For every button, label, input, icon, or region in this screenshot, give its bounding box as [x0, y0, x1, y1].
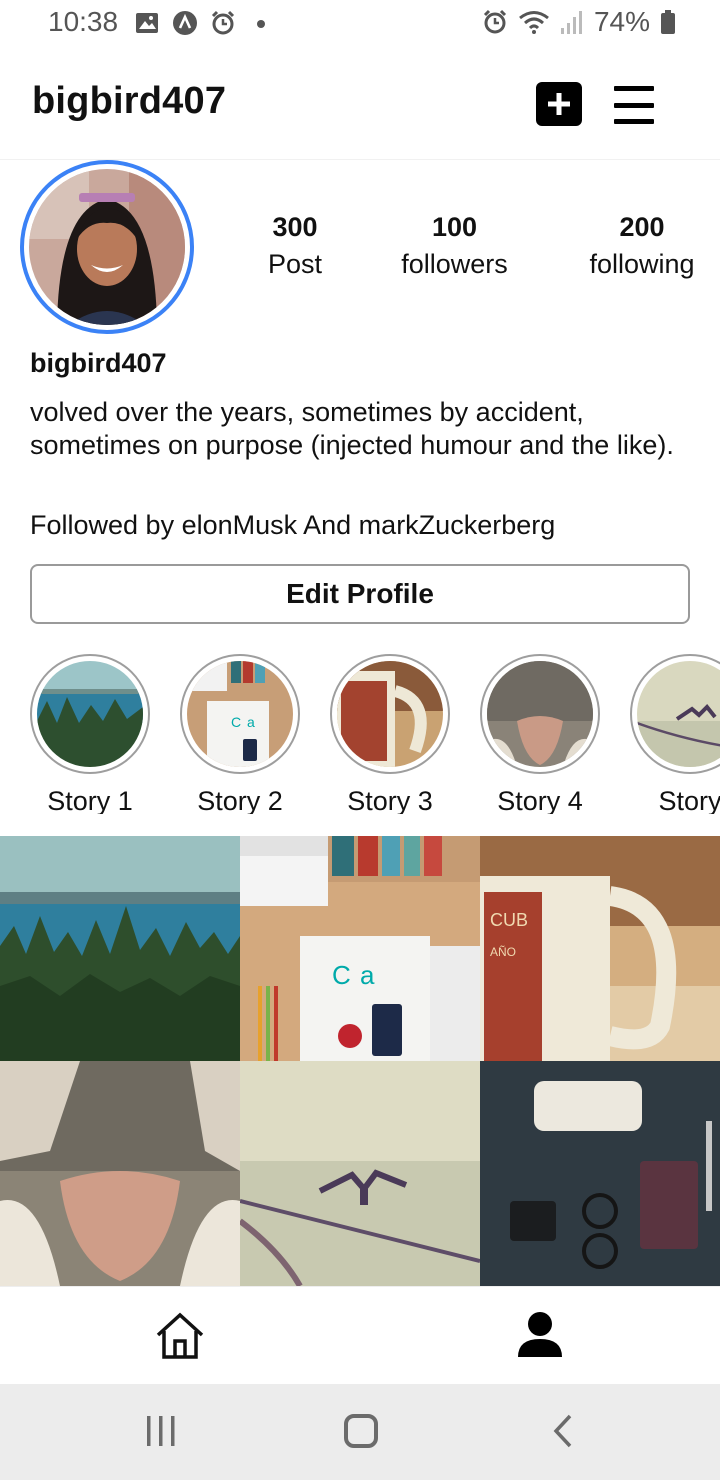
stat-posts[interactable]: 300 Post [240, 212, 350, 280]
story-image-coffee-mug [337, 661, 443, 767]
image-icon [134, 10, 160, 36]
post-tile-cat-nose[interactable] [0, 1061, 240, 1286]
avatar [29, 169, 185, 325]
signal-icon [560, 9, 584, 35]
wifi-icon [518, 9, 550, 35]
home-icon [154, 1311, 206, 1361]
back-icon [550, 1414, 578, 1448]
story-image-cat-nose [487, 661, 593, 767]
story-label: Story [658, 786, 720, 814]
story-item[interactable]: C a Story 2 [165, 654, 315, 814]
app-icon [172, 10, 198, 36]
story-ring [480, 654, 600, 774]
system-nav-bar [0, 1384, 720, 1480]
svg-text:a: a [247, 714, 255, 730]
story-item[interactable]: Story 3 [315, 654, 465, 814]
followers-label: followers [401, 249, 508, 279]
profile-tab[interactable] [516, 1311, 564, 1361]
back-button[interactable] [550, 1414, 578, 1448]
post-tile-dark-desk[interactable] [480, 1061, 720, 1286]
svg-text:CUB: CUB [490, 910, 528, 930]
followed-by[interactable]: Followed by elonMusk And markZuckerberg [30, 510, 555, 541]
profile-bio: volved over the years, sometimes by acci… [30, 397, 674, 460]
add-post-icon [546, 91, 572, 117]
story-label: Story 3 [347, 786, 433, 814]
stories-row: Story 1 C a Story 2 Story 3 Story 4 Stor… [0, 654, 720, 814]
story-label: Story 2 [197, 786, 283, 814]
stat-following[interactable]: 200 following [578, 212, 706, 280]
story-ring [30, 654, 150, 774]
status-left-icons [134, 10, 274, 36]
story-label: Story 1 [47, 786, 133, 814]
add-post-button[interactable] [536, 82, 582, 126]
story-image-forest-lake [37, 661, 143, 767]
story-ring: C a [180, 654, 300, 774]
status-right: 74% [482, 6, 676, 38]
post-tile-bird-on-rope[interactable] [240, 1061, 480, 1286]
profile-icon [516, 1311, 564, 1361]
story-ring [630, 654, 720, 774]
bottom-nav [0, 1286, 720, 1384]
profile-name: bigbird407 [30, 348, 167, 378]
svg-text:AÑO: AÑO [490, 945, 516, 959]
story-ring [330, 654, 450, 774]
posts-label: Post [267, 249, 323, 279]
home-tab[interactable] [154, 1311, 206, 1361]
header-username: bigbird407 [32, 80, 227, 122]
posts-grid: C a CUB AÑO [0, 836, 720, 1286]
svg-text:C: C [231, 714, 241, 730]
status-time: 10:38 [48, 6, 119, 37]
avatar-ring[interactable] [20, 160, 194, 334]
profile-header: bigbird407 [0, 48, 720, 160]
battery-text: 74% [593, 6, 650, 37]
story-item[interactable]: Story [615, 654, 720, 814]
following-count: 200 [619, 212, 665, 242]
story-image-desk-books: C a [187, 661, 293, 767]
post-tile-coffee-mug[interactable]: CUB AÑO [480, 836, 720, 1061]
followers-count: 100 [431, 212, 478, 242]
alarm-icon [482, 9, 508, 35]
post-tile-forest-lake[interactable] [0, 836, 240, 1061]
edit-profile-button[interactable]: Edit Profile [30, 564, 690, 624]
home-circle-icon[interactable] [344, 1414, 378, 1448]
battery-icon [660, 9, 676, 35]
menu-icon [614, 86, 654, 91]
status-bar: 10:38 74% [0, 0, 720, 48]
recent-apps-button[interactable] [144, 1414, 178, 1448]
story-label: Story 4 [497, 786, 583, 814]
post-tile-desk-books[interactable]: C a [240, 836, 480, 1061]
story-image-bird-on-rope [637, 661, 720, 767]
dot-icon [248, 10, 274, 36]
story-item[interactable]: Story 1 [15, 654, 165, 814]
menu-button[interactable] [614, 86, 660, 124]
stat-followers[interactable]: 100 followers [382, 212, 527, 280]
following-label: following [589, 249, 695, 279]
alarm-icon [210, 10, 236, 36]
recent-apps-icon [144, 1414, 178, 1448]
svg-text:C: C [332, 960, 351, 990]
svg-text:a: a [360, 960, 375, 990]
story-item[interactable]: Story 4 [465, 654, 615, 814]
posts-count: 300 [272, 212, 318, 242]
